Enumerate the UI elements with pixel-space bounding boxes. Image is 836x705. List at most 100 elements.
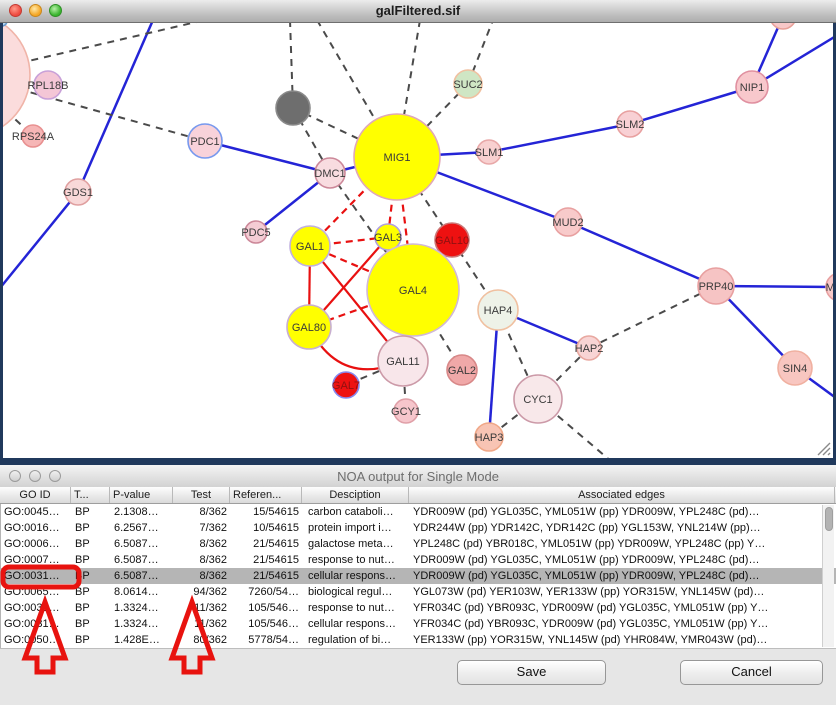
column-header-associatededges[interactable]: Associated edges: [409, 487, 835, 503]
node-label: PDC1: [190, 136, 219, 148]
node-label: HAP4: [484, 305, 513, 317]
node-label: SUC2: [453, 79, 482, 91]
node-label: SLM2: [616, 119, 645, 131]
cell-description: biological regul…: [303, 584, 410, 600]
column-header-t[interactable]: T...: [71, 487, 110, 503]
cell-type: BP: [72, 632, 111, 648]
cell-test: 8/362: [174, 504, 231, 520]
node-label: RPS24A: [12, 131, 55, 143]
network-edge-blue: [568, 222, 716, 286]
cell-p_value: 1.3324…: [111, 616, 174, 632]
cell-test: 11/362: [174, 600, 231, 616]
button-bar: Save Cancel: [0, 648, 836, 705]
cell-reference: 21/54615: [231, 568, 303, 584]
cell-go_id: GO:0006…: [1, 536, 72, 552]
table-row[interactable]: GO:0016…BP6.2567…7/36210/54615protein im…: [1, 520, 836, 536]
cell-description: response to nut…: [303, 600, 410, 616]
node-label: CYC1: [523, 394, 552, 406]
cell-edges: YGL073W (pd) YER103W, YER133W (pp) YOR31…: [410, 584, 820, 600]
cell-p_value: 6.2567…: [111, 520, 174, 536]
node-label: GAL1: [296, 241, 324, 253]
cell-p_value: 2.1308…: [111, 504, 174, 520]
cell-description: cellular respons…: [303, 568, 410, 584]
cell-type: BP: [72, 536, 111, 552]
node-label: GAL11: [386, 356, 419, 368]
cell-go_id: GO:0045…: [1, 504, 72, 520]
vertical-scrollbar[interactable]: [822, 505, 834, 647]
cell-reference: 5778/54…: [231, 632, 303, 648]
table-row[interactable]: GO:0031…BP1.3324…11/362105/546…response …: [1, 600, 836, 616]
table-row[interactable]: GO:0006…BP6.5087…8/36221/54615galactose …: [1, 536, 836, 552]
node-label: GAL7: [332, 380, 360, 392]
cell-go_id: GO:0050…: [1, 632, 72, 648]
cell-edges: YFR034C (pd) YBR093C, YDR009W (pd) YGL03…: [410, 600, 820, 616]
cell-edges: YFR034C (pd) YBR093C, YDR009W (pd) YGL03…: [410, 616, 820, 632]
node-label: HAP2: [575, 343, 604, 355]
network-canvas[interactable]: RPL18BRPS24AGDS1PDC1DMC1MIG1SUC2SLM1SLM2…: [3, 22, 833, 458]
cell-reference: 15/54615: [231, 504, 303, 520]
cell-reference: 105/546…: [231, 600, 303, 616]
cell-go_id: GO:0065…: [1, 584, 72, 600]
cell-description: protein import i…: [303, 520, 410, 536]
node-label: MUD2: [552, 217, 583, 229]
network-node-unlabeled[interactable]: [770, 22, 796, 29]
node-label: GAL3: [374, 232, 402, 244]
network-window: RPL18BRPS24AGDS1PDC1DMC1MIG1SUC2SLM1SLM2…: [0, 0, 836, 465]
column-header-test[interactable]: Test: [173, 487, 230, 503]
node-label: NIP1: [740, 82, 764, 94]
cell-edges: YPL248C (pd) YBR018C, YML051W (pp) YDR00…: [410, 536, 820, 552]
node-label: RPL18B: [28, 80, 69, 92]
cell-test: 11/362: [174, 616, 231, 632]
cell-type: BP: [72, 552, 111, 568]
network-window-title: galFiltered.sif: [0, 3, 836, 18]
table-row[interactable]: GO:0007…BP6.5087…8/36221/54615response t…: [1, 552, 836, 568]
cell-test: 8/362: [174, 568, 231, 584]
cell-type: BP: [72, 584, 111, 600]
table-row[interactable]: GO:0045…BP2.1308…8/36215/54615carbon cat…: [1, 504, 836, 520]
cell-edges: YDR244W (pp) YDR142C, YDR142C (pp) YGL15…: [410, 520, 820, 536]
cell-description: cellular respons…: [303, 616, 410, 632]
cell-type: BP: [72, 600, 111, 616]
table-row[interactable]: GO:0031…BP1.3324…11/362105/546…cellular …: [1, 616, 836, 632]
cell-description: response to nut…: [303, 552, 410, 568]
network-graph: RPL18BRPS24AGDS1PDC1DMC1MIG1SUC2SLM1SLM2…: [3, 22, 833, 458]
cell-type: BP: [72, 568, 111, 584]
network-edge-blue: [630, 87, 752, 124]
resize-grip-icon[interactable]: [816, 441, 832, 457]
node-label: SLM1: [475, 147, 504, 159]
cancel-button[interactable]: Cancel: [680, 660, 823, 685]
cell-type: BP: [72, 504, 111, 520]
table-row[interactable]: GO:0065…BP8.0614…94/3627260/54…biologica…: [1, 584, 836, 600]
cell-reference: 105/546…: [231, 616, 303, 632]
cell-edges: YDR009W (pd) YGL035C, YML051W (pp) YDR00…: [410, 504, 820, 520]
cell-reference: 10/54615: [231, 520, 303, 536]
cell-type: BP: [72, 616, 111, 632]
save-button[interactable]: Save: [457, 660, 606, 685]
cell-description: carbon cataboli…: [303, 504, 410, 520]
table-row[interactable]: GO:0031…BP6.5087…8/36221/54615cellular r…: [1, 568, 836, 584]
noa-window-title: NOA output for Single Mode: [0, 469, 836, 484]
network-edge-blue: [205, 141, 330, 173]
network-edge-dashed: [3, 22, 205, 75]
column-header-desciption[interactable]: Desciption: [302, 487, 409, 503]
network-edge-blue: [78, 22, 153, 192]
cell-p_value: 1.428E…: [111, 632, 174, 648]
cell-test: 8/362: [174, 552, 231, 568]
column-header-pvalue[interactable]: P-value: [110, 487, 173, 503]
cell-p_value: 1.3324…: [111, 600, 174, 616]
table-row[interactable]: GO:0050…BP1.428E…80/3625778/54…regulatio…: [1, 632, 836, 648]
network-node-unlabeled[interactable]: [276, 91, 310, 125]
noa-titlebar: NOA output for Single Mode: [0, 465, 836, 488]
cell-edges: YDR009W (pd) YGL035C, YML051W (pp) YDR00…: [410, 552, 820, 568]
cell-test: 94/362: [174, 584, 231, 600]
cell-description: galactose meta…: [303, 536, 410, 552]
column-header-goid[interactable]: GO ID: [0, 487, 71, 503]
node-label: MSL1: [826, 282, 833, 294]
cell-reference: 21/54615: [231, 536, 303, 552]
cell-go_id: GO:0031…: [1, 568, 72, 584]
results-table: GO:0045…BP2.1308…8/36215/54615carbon cat…: [0, 504, 836, 648]
node-label: GAL80: [292, 322, 326, 334]
scrollbar-thumb[interactable]: [825, 507, 833, 531]
column-header-referen[interactable]: Referen...: [230, 487, 302, 503]
network-edge-dashed: [589, 286, 716, 348]
